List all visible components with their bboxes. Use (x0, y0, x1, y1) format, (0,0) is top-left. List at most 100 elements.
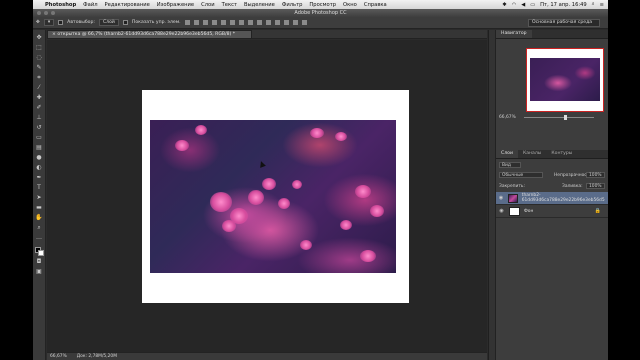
distribute-bottom-icon[interactable] (256, 20, 262, 25)
tab-paths[interactable]: Контуры (546, 150, 577, 158)
volume-icon[interactable]: ◀ (521, 2, 525, 8)
tab-layers[interactable]: Слои (496, 150, 518, 158)
screen: Photoshop Файл Редактирование Изображени… (33, 0, 608, 360)
menu-item-filter[interactable]: Фильтр (282, 2, 303, 8)
tools-panel: ✥ ⬚ ◌ ✎ ⌗ ⁄ ✚ ✐ ⊥ ↺ ▭ ▤ ● ◐ ✒ T ➤ ▬ ✋ ⌕ … (33, 30, 46, 360)
fill-input[interactable]: 100% (586, 183, 605, 189)
autoselect-label: Автовыбор: (67, 20, 95, 25)
layers-panel: Слои Каналы Контуры Вид Обычные Непрозра… (496, 150, 608, 360)
bluetooth-icon[interactable]: ✱ (502, 2, 506, 8)
layer-kind-filter[interactable]: Вид (499, 162, 521, 168)
eyedropper-tool[interactable]: ⁄ (35, 84, 43, 92)
battery-icon[interactable]: ▭ (530, 2, 535, 8)
tab-close-icon[interactable]: × (52, 32, 56, 37)
document-tab[interactable]: × открытка @ 66,7% (tharnb2-61dd93d6ca78… (47, 30, 252, 39)
color-swatches[interactable] (34, 247, 44, 256)
search-icon[interactable]: ⌕ (592, 1, 595, 8)
background-color-swatch[interactable] (37, 250, 44, 256)
move-tool-icon[interactable]: ✥ (36, 20, 40, 25)
crop-tool[interactable]: ⌗ (35, 74, 43, 82)
lasso-tool[interactable]: ◌ (35, 54, 43, 62)
move-tool[interactable]: ✥ (35, 34, 43, 42)
layer-name[interactable]: Фон (524, 209, 533, 214)
minimize-window-button[interactable] (44, 11, 48, 15)
clone-stamp-tool[interactable]: ⊥ (35, 114, 43, 122)
layer-name[interactable]: tharnb2-61dd93d6ca788e29e22b96e3eb56d5 (522, 193, 608, 203)
path-selection-tool[interactable]: ➤ (35, 194, 43, 202)
dodge-tool[interactable]: ◐ (35, 164, 43, 172)
navigator-zoom-slider[interactable] (524, 115, 594, 120)
menu-item-edit[interactable]: Редактирование (105, 2, 150, 8)
align-left-icon[interactable] (211, 20, 217, 25)
distribute-center-icon[interactable] (274, 20, 280, 25)
autoselect-select[interactable]: Слой (98, 19, 119, 26)
menu-item-window[interactable]: Окно (343, 2, 357, 8)
status-bar: 66,67% Док: 2,78M/5,20M (47, 352, 487, 360)
opacity-input[interactable]: 100% (586, 172, 605, 178)
screen-mode-icon[interactable]: ▣ (35, 268, 43, 276)
history-brush-tool[interactable]: ↺ (35, 124, 43, 132)
menu-item-type[interactable]: Текст (222, 2, 237, 8)
align-center-icon[interactable] (220, 20, 226, 25)
navigator-preview[interactable] (526, 48, 604, 112)
tab-navigator[interactable]: Навигатор (496, 30, 532, 38)
quick-selection-tool[interactable]: ✎ (35, 64, 43, 72)
menu-item-file[interactable]: Файл (83, 2, 97, 8)
document-info: Док: 2,78M/5,20M (76, 354, 118, 359)
blur-tool[interactable]: ● (35, 154, 43, 162)
type-tool[interactable]: T (35, 184, 43, 192)
close-window-button[interactable] (37, 11, 41, 15)
zoom-level[interactable]: 66,67% (50, 354, 67, 359)
tool-preset-picker[interactable]: ▾ (43, 19, 55, 26)
list-icon[interactable]: ≡ (600, 2, 604, 8)
hand-tool[interactable]: ✋ (35, 214, 43, 222)
workspace-switcher[interactable]: Основная рабочая среда (528, 19, 600, 27)
align-right-icon[interactable] (229, 20, 235, 25)
zoom-tool[interactable]: ⌕ (35, 224, 43, 232)
distribute-left-icon[interactable] (265, 20, 271, 25)
gradient-tool[interactable]: ▤ (35, 144, 43, 152)
visibility-eye-icon[interactable]: ◉ (498, 195, 504, 201)
clock[interactable]: Пт, 17 апр. 16:49 (540, 2, 587, 8)
window-controls (37, 11, 55, 15)
menu-item-layers[interactable]: Слои (201, 2, 214, 8)
options-bar: ✥ ▾ Автовыбор: Слой Показать упр. элем. … (33, 17, 608, 29)
tab-channels[interactable]: Каналы (518, 150, 546, 158)
edit-toolbar-icon[interactable]: … (35, 234, 43, 242)
navigator-zoom[interactable]: 66,67% (499, 115, 516, 120)
menu-item-select[interactable]: Выделение (244, 2, 275, 8)
align-middle-icon[interactable] (193, 20, 199, 25)
shape-tool[interactable]: ▬ (35, 204, 43, 212)
3d-mode-icon[interactable] (301, 20, 307, 25)
app-menu[interactable]: Photoshop (45, 2, 76, 8)
canvas-area[interactable] (47, 40, 487, 352)
auto-align-icon[interactable] (292, 20, 298, 25)
document-canvas[interactable] (142, 90, 409, 303)
blend-row: Обычные Непрозрачность: 100% (496, 171, 608, 179)
lock-icon[interactable]: 🔒 (595, 208, 601, 214)
distribute-middle-icon[interactable] (247, 20, 253, 25)
align-top-icon[interactable] (184, 20, 190, 25)
visibility-eye-icon[interactable]: ◉ (498, 208, 505, 214)
blend-mode-select[interactable]: Обычные (499, 172, 543, 178)
healing-brush-tool[interactable]: ✚ (35, 94, 43, 102)
show-controls-checkbox[interactable] (122, 20, 128, 25)
wifi-icon[interactable]: ◠ (512, 2, 517, 8)
layer-row[interactable]: ◉ tharnb2-61dd93d6ca788e29e22b96e3eb56d5 (496, 192, 608, 205)
distribute-right-icon[interactable] (283, 20, 289, 25)
marquee-tool[interactable]: ⬚ (35, 44, 43, 52)
distribute-top-icon[interactable] (238, 20, 244, 25)
pen-tool[interactable]: ✒ (35, 174, 43, 182)
menu-item-image[interactable]: Изображение (157, 2, 194, 8)
slider-thumb[interactable] (564, 115, 567, 120)
menu-item-view[interactable]: Просмотр (309, 2, 336, 8)
layer-row-background[interactable]: ◉ Фон 🔒 (496, 205, 608, 218)
zoom-window-button[interactable] (51, 11, 55, 15)
flower-photo[interactable] (150, 120, 396, 273)
autoselect-checkbox[interactable] (58, 20, 64, 25)
menu-item-help[interactable]: Справка (364, 2, 387, 8)
quick-mask-icon[interactable]: ◘ (35, 258, 43, 266)
brush-tool[interactable]: ✐ (35, 104, 43, 112)
align-bottom-icon[interactable] (202, 20, 208, 25)
eraser-tool[interactable]: ▭ (35, 134, 43, 142)
